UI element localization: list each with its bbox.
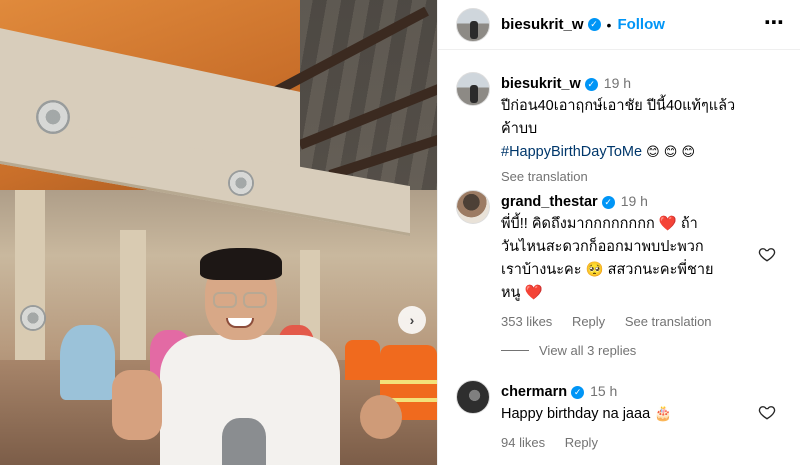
caption-time[interactable]: 19 h <box>604 75 631 91</box>
caption-username[interactable]: biesukrit_w <box>501 76 581 92</box>
comment-time[interactable]: 15 h <box>590 383 617 399</box>
post-photo[interactable]: › <box>0 0 437 465</box>
vest-stripe <box>380 380 437 384</box>
caption-emojis: 😊 😊 😊 <box>646 145 695 160</box>
see-translation-link[interactable]: See translation <box>501 166 759 188</box>
comment-text: Happy birthday na jaaa 🎂 <box>501 406 673 422</box>
man-hair <box>200 248 282 280</box>
reply-button[interactable]: Reply <box>572 314 605 329</box>
comment-username[interactable]: chermarn <box>501 384 567 400</box>
comment-line: เราบ้างนะคะ 🥺 สสวกนะคะพี่ชาย <box>501 262 714 278</box>
comment-likes[interactable]: 353 likes <box>501 314 552 329</box>
wall-fan <box>228 170 254 196</box>
hand-fist <box>360 395 402 439</box>
reply-button[interactable]: Reply <box>565 435 598 450</box>
glasses-left <box>213 292 237 308</box>
caption-line-2: ค้าบบ <box>501 121 538 137</box>
caption-hashtag[interactable]: #HappyBirthDayToMe <box>501 144 642 160</box>
follow-button[interactable]: Follow <box>617 16 665 33</box>
verified-badge-icon: ✓ <box>571 386 585 399</box>
heart-outline-icon[interactable] <box>758 403 776 421</box>
orange-vest-person <box>345 340 380 380</box>
author-avatar[interactable] <box>456 7 490 42</box>
caption-avatar[interactable] <box>456 72 490 106</box>
comment-username[interactable]: grand_thestar <box>501 194 598 210</box>
verified-badge-icon: ✓ <box>584 78 598 91</box>
standing-fan <box>20 305 46 331</box>
verified-badge-icon: ✓ <box>587 18 601 31</box>
comment-line: วันไหนสะดวกก็ออกมาพบปะพวก <box>501 239 704 255</box>
comment-line: พี่บี้!! คิดถึงมากกกกกกกก ❤️ ถ้า <box>501 216 698 232</box>
wall-fan <box>36 100 70 134</box>
commenter-avatar[interactable] <box>456 380 490 414</box>
photo-pillar <box>120 230 146 360</box>
glasses-right <box>243 292 267 308</box>
heart-outline-icon[interactable] <box>758 245 776 263</box>
photo-pillar <box>15 190 45 370</box>
comment-line: หนู ❤️ <box>501 285 543 301</box>
more-options-icon[interactable]: ⋯ <box>764 13 785 33</box>
comment-likes[interactable]: 94 likes <box>501 435 545 450</box>
caption-line-1: ปีก่อน40เอาฤกษ์เอาชัย ปีนี้40แท้ๆแล้ว <box>501 98 736 114</box>
comment-time[interactable]: 19 h <box>621 193 648 209</box>
comments-panel: biesukrit_w ✓ • Follow ⋯ biesukrit_w ✓ 19 … <box>437 0 800 465</box>
commenter-avatar[interactable] <box>456 190 490 224</box>
view-replies-label: View all 3 replies <box>539 343 637 358</box>
author-username[interactable]: biesukrit_w <box>501 16 584 33</box>
next-photo-button[interactable]: › <box>398 306 426 334</box>
chevron-right-icon: › <box>409 312 415 328</box>
separator-dot: • <box>606 16 612 33</box>
post-header: biesukrit_w ✓ • Follow ⋯ <box>438 0 800 50</box>
see-translation-link[interactable]: See translation <box>625 314 712 329</box>
cat-print <box>222 418 266 465</box>
verified-badge-icon: ✓ <box>601 196 615 209</box>
hand-three-fingers <box>112 370 162 440</box>
view-replies-button[interactable]: View all 3 replies <box>501 343 636 358</box>
person-background <box>60 325 115 400</box>
divider-line <box>501 350 529 351</box>
